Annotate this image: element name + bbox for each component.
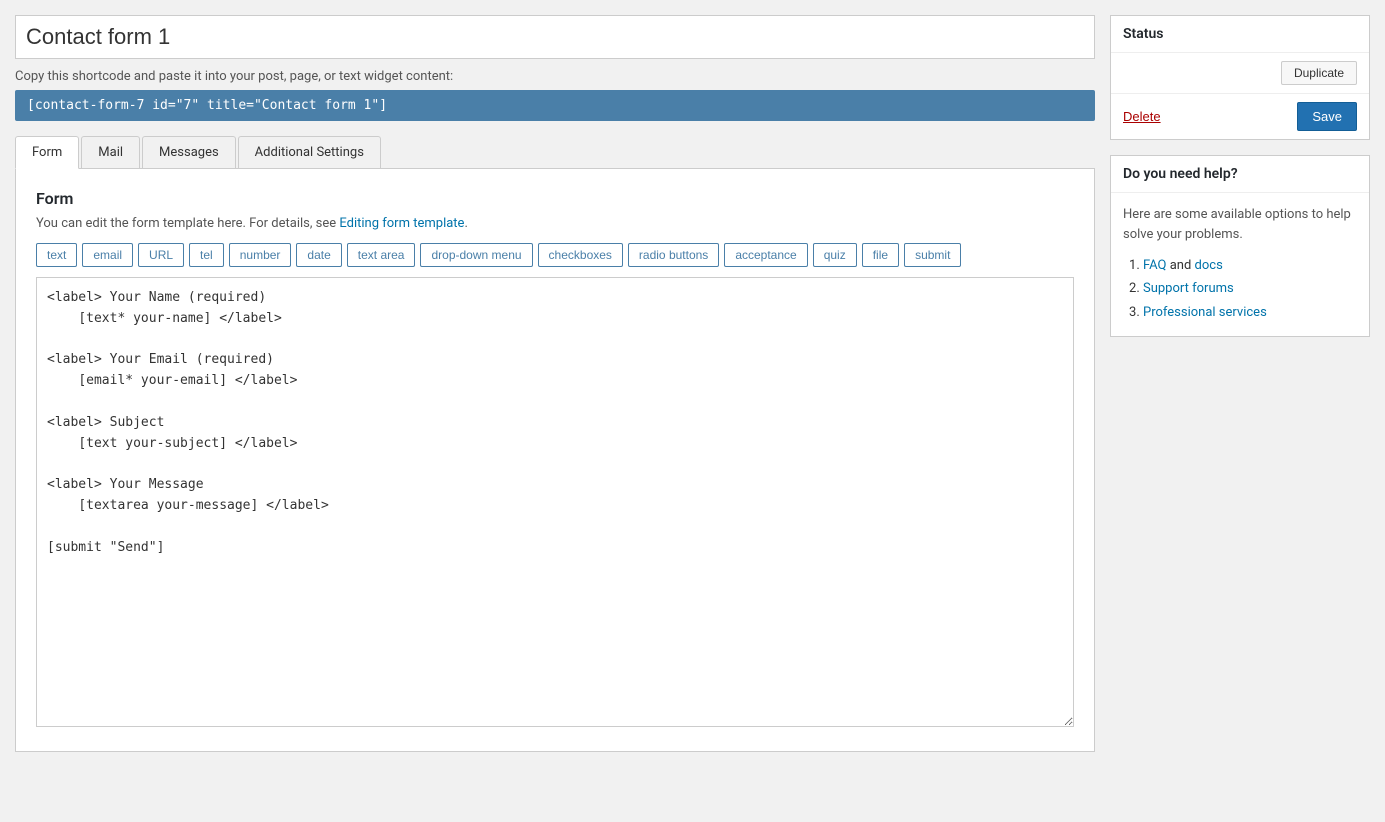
shortcode-box[interactable]: [contact-form-7 id="7" title="Contact fo… bbox=[15, 90, 1095, 121]
docs-link[interactable]: docs bbox=[1195, 258, 1223, 273]
status-panel-title: Status bbox=[1111, 16, 1369, 53]
tag-btn-submit[interactable]: submit bbox=[904, 243, 961, 267]
panel-title: Form bbox=[36, 189, 1074, 208]
main-content: Copy this shortcode and paste it into yo… bbox=[15, 15, 1095, 752]
help-panel: Do you need help? Here are some availabl… bbox=[1110, 155, 1370, 337]
save-button[interactable]: Save bbox=[1297, 102, 1357, 131]
tag-btn-file[interactable]: file bbox=[862, 243, 899, 267]
tab-form[interactable]: Form bbox=[15, 136, 79, 169]
duplicate-button[interactable]: Duplicate bbox=[1281, 61, 1357, 85]
status-actions: Duplicate bbox=[1111, 53, 1369, 93]
tab-messages[interactable]: Messages bbox=[142, 136, 236, 168]
help-item-1: FAQ and docs bbox=[1143, 254, 1357, 277]
tag-btn-acceptance[interactable]: acceptance bbox=[724, 243, 807, 267]
delete-button[interactable]: Delete bbox=[1123, 109, 1161, 124]
help-description: Here are some available options to help … bbox=[1123, 205, 1357, 244]
tag-btn-checkboxes[interactable]: checkboxes bbox=[538, 243, 623, 267]
help-panel-body: Here are some available options to help … bbox=[1111, 193, 1369, 336]
form-title-input[interactable] bbox=[15, 15, 1095, 59]
help-list: FAQ and docs Support forums Professional… bbox=[1123, 254, 1357, 324]
editing-form-template-link[interactable]: Editing form template bbox=[339, 216, 464, 231]
help-item-3: Professional services bbox=[1143, 301, 1357, 324]
tag-btn-tel[interactable]: tel bbox=[189, 243, 224, 267]
tag-btn-number[interactable]: number bbox=[229, 243, 292, 267]
tabs-nav: Form Mail Messages Additional Settings bbox=[15, 136, 1095, 169]
form-editor-textarea[interactable] bbox=[36, 277, 1074, 727]
help-item-2: Support forums bbox=[1143, 277, 1357, 300]
sidebar: Status Duplicate Delete Save Do you need… bbox=[1110, 15, 1370, 752]
tab-additional-settings[interactable]: Additional Settings bbox=[238, 136, 381, 168]
page-layout: Copy this shortcode and paste it into yo… bbox=[15, 15, 1370, 752]
tag-btn-text[interactable]: text bbox=[36, 243, 77, 267]
tag-btn-email[interactable]: email bbox=[82, 243, 133, 267]
panel-description: You can edit the form template here. For… bbox=[36, 216, 1074, 231]
tag-btn-radio[interactable]: radio buttons bbox=[628, 243, 719, 267]
tag-btn-date[interactable]: date bbox=[296, 243, 341, 267]
shortcode-hint: Copy this shortcode and paste it into yo… bbox=[15, 69, 1095, 84]
faq-link[interactable]: FAQ bbox=[1143, 258, 1166, 273]
status-panel: Status Duplicate Delete Save bbox=[1110, 15, 1370, 140]
professional-services-link[interactable]: Professional services bbox=[1143, 305, 1267, 320]
tag-btn-url[interactable]: URL bbox=[138, 243, 184, 267]
help-panel-title: Do you need help? bbox=[1111, 156, 1369, 193]
status-bottom: Delete Save bbox=[1111, 93, 1369, 139]
form-tab-panel: Form You can edit the form template here… bbox=[15, 169, 1095, 752]
tab-mail[interactable]: Mail bbox=[81, 136, 140, 168]
tag-buttons-container: text email URL tel number date text area… bbox=[36, 243, 1074, 267]
support-forums-link[interactable]: Support forums bbox=[1143, 281, 1234, 296]
tag-btn-dropdown[interactable]: drop-down menu bbox=[420, 243, 532, 267]
tag-btn-textarea[interactable]: text area bbox=[347, 243, 416, 267]
tag-btn-quiz[interactable]: quiz bbox=[813, 243, 857, 267]
